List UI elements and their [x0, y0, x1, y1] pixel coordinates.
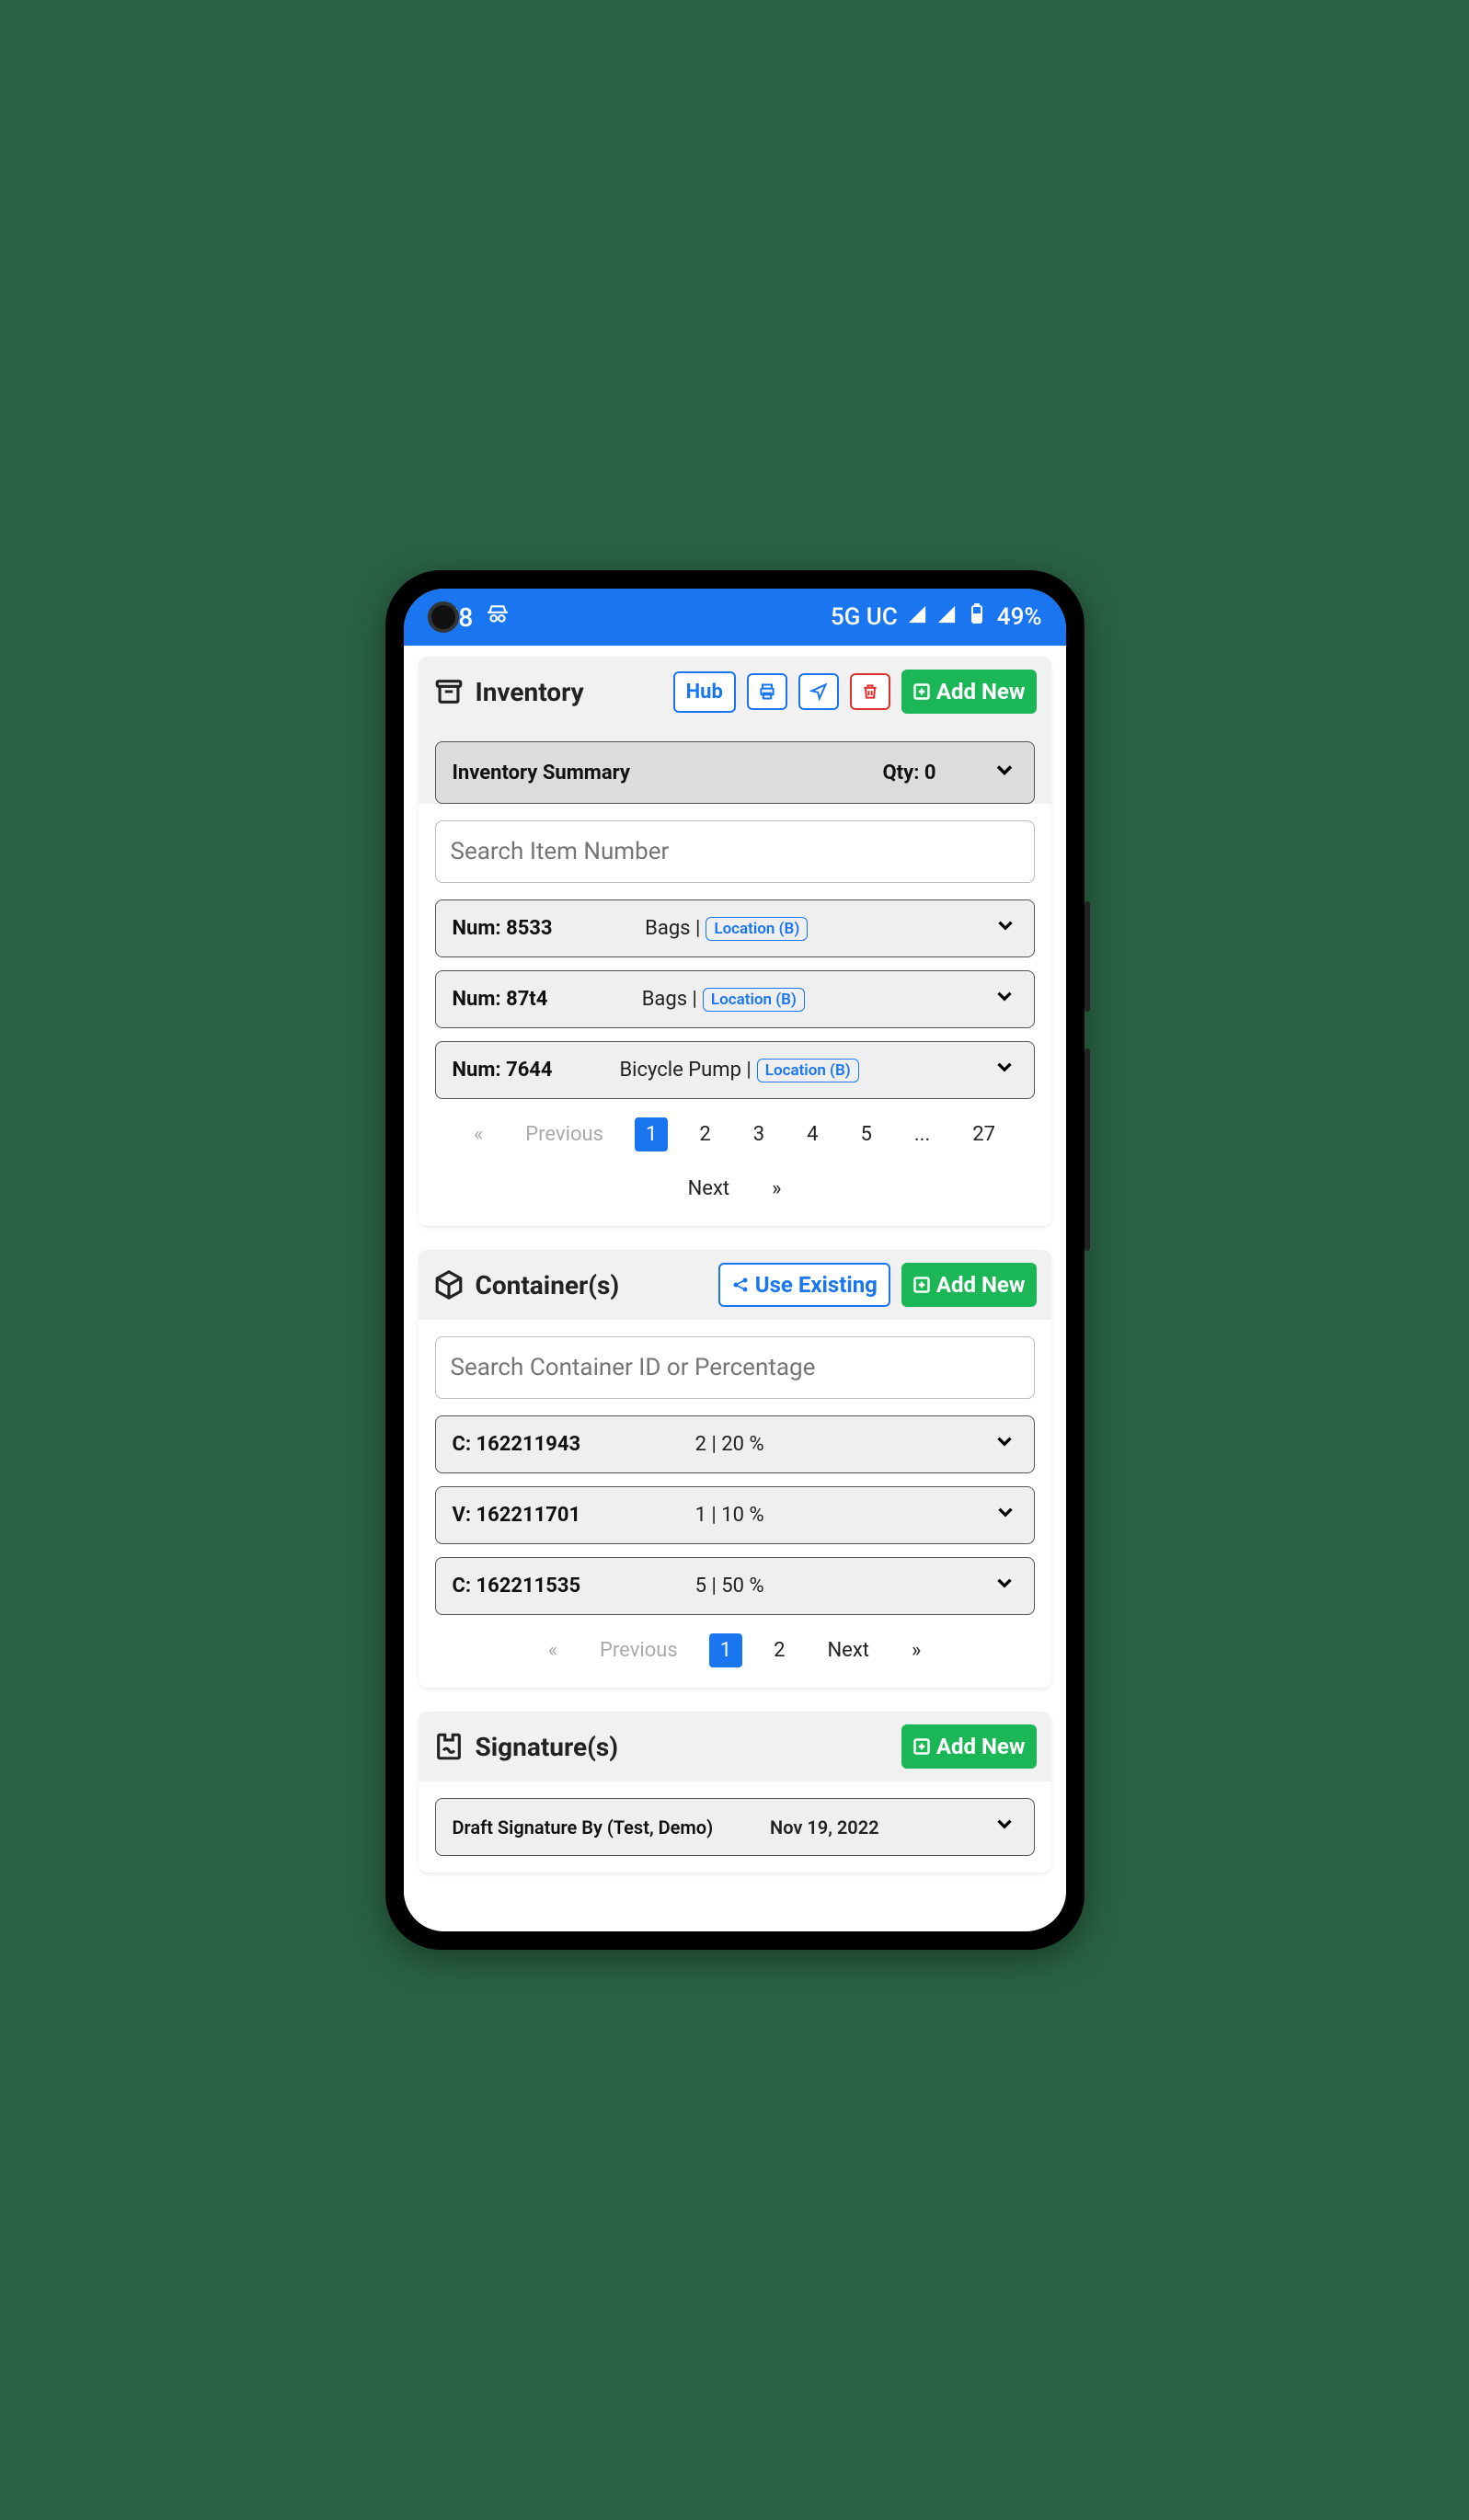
page-first[interactable]: «	[537, 1633, 568, 1667]
hub-button[interactable]: Hub	[673, 671, 736, 713]
containers-add-button[interactable]: Add New	[901, 1263, 1037, 1307]
inventory-item-row[interactable]: Num: 87t4 Bags | Location (B)	[435, 970, 1035, 1028]
container-info: 2 | 20 %	[695, 1433, 764, 1456]
containers-add-label: Add New	[936, 1272, 1026, 1298]
page-last-num[interactable]: 27	[961, 1117, 1006, 1151]
signature-row[interactable]: Draft Signature By (Test, Demo) Nov 19, …	[435, 1798, 1035, 1856]
page-next[interactable]: Next	[677, 1172, 740, 1206]
plus-icon	[912, 682, 931, 701]
use-existing-label: Use Existing	[755, 1272, 878, 1298]
chevron-down-icon	[993, 984, 1016, 1014]
page-1[interactable]: 1	[709, 1633, 742, 1667]
container-id: C: 162211535	[453, 1575, 581, 1598]
signature-icon	[433, 1731, 465, 1762]
item-desc: Bags |	[642, 988, 697, 1011]
signal-icon-2	[936, 603, 957, 631]
container-info: 5 | 50 %	[695, 1575, 764, 1598]
inventory-add-label: Add New	[936, 679, 1026, 704]
summary-qty: Qty: 0	[883, 762, 936, 785]
share-icon	[731, 1276, 750, 1294]
archive-icon	[433, 676, 465, 707]
location-pill[interactable]: Location (B)	[757, 1059, 859, 1082]
chevron-down-icon	[993, 1571, 1016, 1601]
plus-icon	[912, 1737, 931, 1756]
signature-date: Nov 19, 2022	[770, 1816, 879, 1838]
item-num: Num: 87t4	[453, 988, 548, 1011]
page-1[interactable]: 1	[635, 1117, 668, 1151]
page-prev[interactable]: Previous	[589, 1633, 689, 1667]
inventory-card: Inventory Hub Add New Inventory Summary …	[419, 657, 1051, 1226]
plus-icon	[912, 1276, 931, 1294]
containers-pagination: « Previous 1 2 Next »	[435, 1628, 1035, 1667]
page-2[interactable]: 2	[763, 1633, 796, 1667]
use-existing-button[interactable]: Use Existing	[718, 1263, 890, 1307]
page-2[interactable]: 2	[688, 1117, 721, 1151]
chevron-down-icon	[993, 1429, 1016, 1460]
container-id: V: 162211701	[453, 1504, 581, 1527]
inventory-item-row[interactable]: Num: 8533 Bags | Location (B)	[435, 899, 1035, 957]
signatures-add-button[interactable]: Add New	[901, 1724, 1037, 1769]
page-5[interactable]: 5	[850, 1117, 883, 1151]
incognito-icon	[486, 602, 510, 632]
inventory-item-row[interactable]: Num: 7644 Bicycle Pump | Location (B)	[435, 1041, 1035, 1099]
container-row[interactable]: V: 162211701 1 | 10 %	[435, 1486, 1035, 1544]
container-row[interactable]: C: 162211943 2 | 20 %	[435, 1415, 1035, 1473]
chevron-down-icon	[993, 1812, 1016, 1842]
chevron-down-icon	[992, 757, 1017, 788]
container-id: C: 162211943	[453, 1433, 581, 1456]
signatures-card: Signature(s) Add New Draft Signature By …	[419, 1712, 1051, 1873]
send-button[interactable]	[798, 673, 839, 710]
battery-label: 49%	[997, 603, 1042, 631]
inventory-summary-row[interactable]: Inventory Summary Qty: 0	[435, 741, 1035, 804]
containers-card: Container(s) Use Existing Add New C: 162…	[419, 1250, 1051, 1688]
signal-icon-1	[907, 603, 927, 631]
inventory-pagination: « Previous 1 2 3 4 5 ... 27 Next »	[435, 1112, 1035, 1206]
page-dots: ...	[903, 1117, 941, 1151]
status-bar: 58 5G UC 49%	[404, 589, 1066, 646]
signatures-add-label: Add New	[936, 1734, 1026, 1759]
inventory-search-input[interactable]	[435, 820, 1035, 883]
location-pill[interactable]: Location (B)	[706, 917, 808, 941]
item-desc: Bags |	[645, 917, 700, 940]
box-icon	[433, 1269, 465, 1300]
containers-search-input[interactable]	[435, 1336, 1035, 1399]
chevron-down-icon	[993, 1500, 1017, 1530]
containers-title: Container(s)	[476, 1270, 620, 1300]
inventory-add-button[interactable]: Add New	[901, 670, 1037, 714]
location-pill[interactable]: Location (B)	[703, 988, 805, 1012]
print-button[interactable]	[747, 673, 787, 710]
item-num: Num: 8533	[453, 917, 553, 940]
inventory-title: Inventory	[476, 677, 584, 707]
page-4[interactable]: 4	[796, 1117, 829, 1151]
signature-label: Draft Signature By (Test, Demo)	[453, 1816, 714, 1838]
page-last[interactable]: »	[761, 1172, 792, 1206]
item-desc: Bicycle Pump |	[619, 1059, 751, 1082]
page-next[interactable]: Next	[816, 1633, 879, 1667]
battery-icon	[966, 603, 988, 632]
page-prev[interactable]: Previous	[514, 1117, 614, 1151]
chevron-down-icon	[993, 913, 1017, 944]
camera-cutout	[428, 601, 459, 633]
item-num: Num: 7644	[453, 1059, 553, 1082]
network-label: 5G UC	[831, 603, 898, 631]
summary-label: Inventory Summary	[453, 762, 630, 785]
signatures-title: Signature(s)	[476, 1732, 619, 1762]
container-info: 1 | 10 %	[695, 1504, 764, 1527]
page-last[interactable]: »	[901, 1633, 932, 1667]
delete-button[interactable]	[850, 673, 890, 710]
chevron-down-icon	[993, 1055, 1016, 1085]
page-3[interactable]: 3	[742, 1117, 775, 1151]
container-row[interactable]: C: 162211535 5 | 50 %	[435, 1557, 1035, 1615]
page-first[interactable]: «	[463, 1117, 494, 1151]
